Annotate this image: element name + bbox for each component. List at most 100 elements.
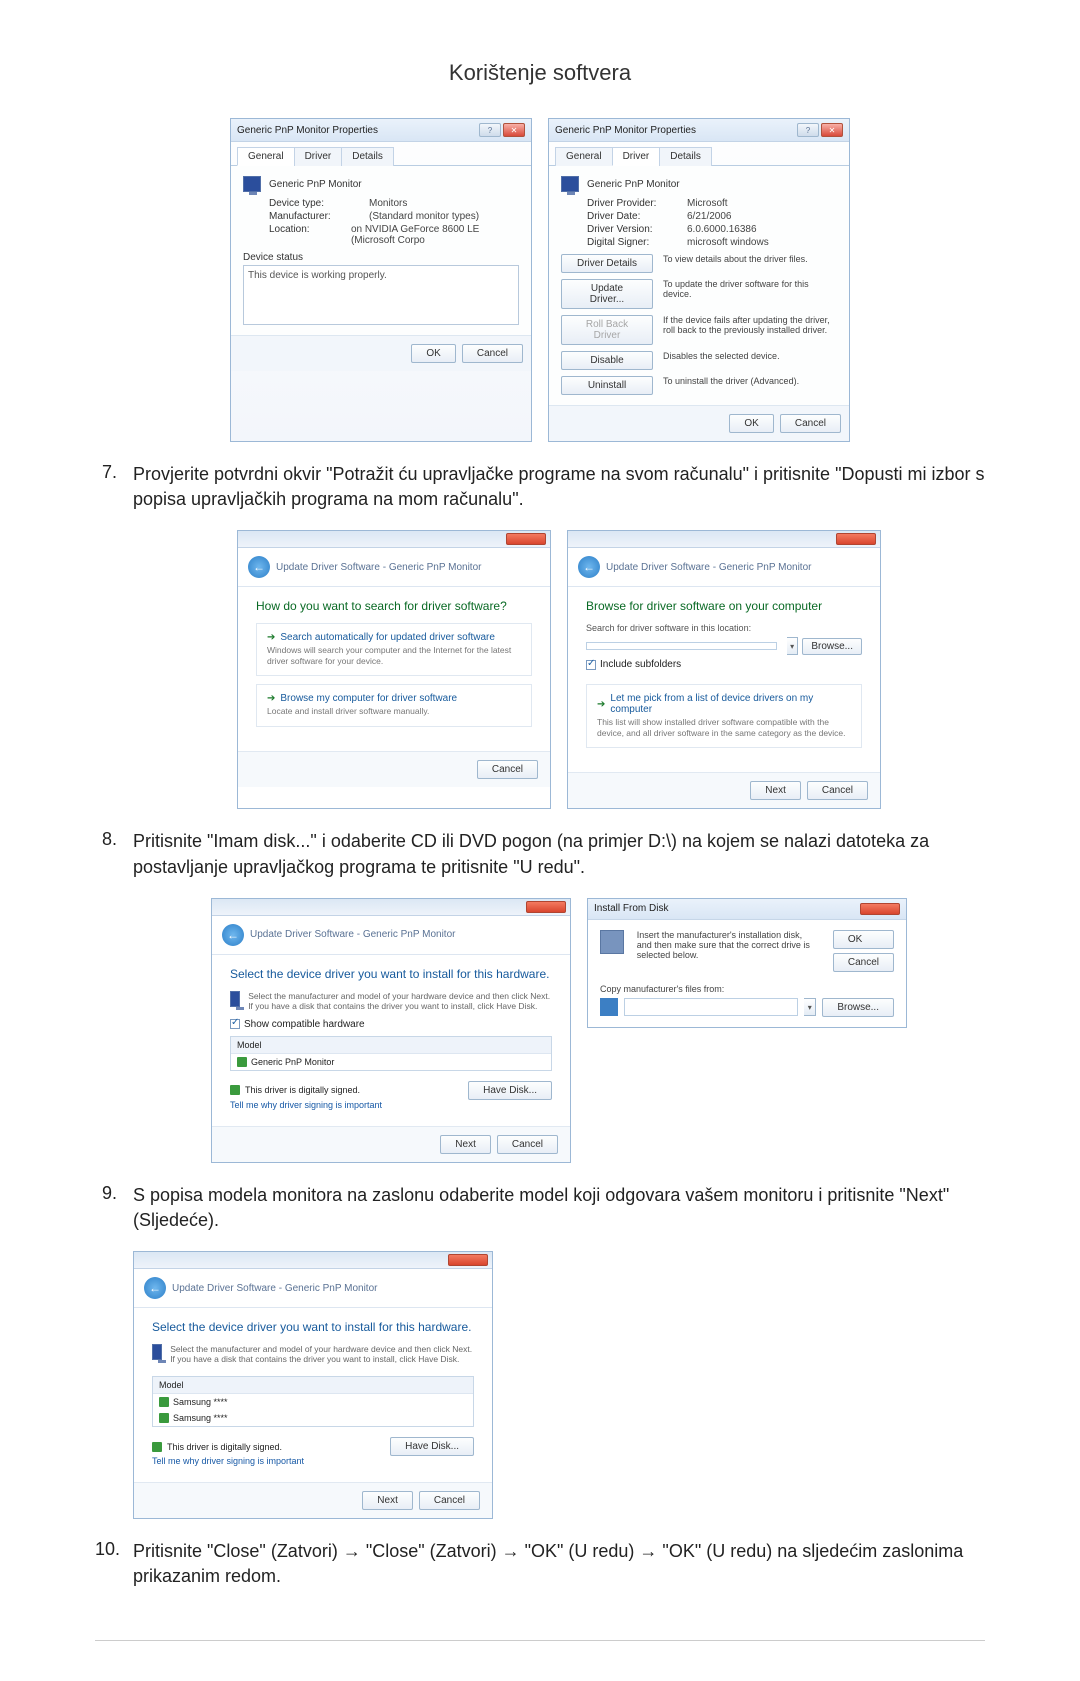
step-number: 9.: [95, 1183, 133, 1233]
model-item[interactable]: Samsung ****: [153, 1410, 473, 1426]
back-icon[interactable]: ←: [144, 1277, 166, 1299]
arrow-right-icon: ➔: [267, 693, 275, 704]
cancel-button[interactable]: Cancel: [497, 1135, 558, 1154]
step-text: S popisa modela monitora na zaslonu odab…: [133, 1183, 985, 1233]
label-device-status: Device status: [243, 252, 519, 263]
footer-divider: [95, 1640, 985, 1641]
rollback-driver-desc: If the device fails after updating the d…: [663, 315, 837, 335]
uninstall-button[interactable]: Uninstall: [561, 376, 653, 395]
dropdown-caret-icon[interactable]: ▾: [804, 998, 816, 1016]
properties-dialog-general: Generic PnP Monitor Properties ? ✕ Gener…: [230, 118, 532, 442]
disable-button[interactable]: Disable: [561, 351, 653, 370]
show-compatible-checkbox[interactable]: [230, 1019, 240, 1029]
option-browse-computer[interactable]: ➔Browse my computer for driver software …: [256, 684, 532, 726]
step-text: Pritisnite "Imam disk..." i odaberite CD…: [133, 829, 985, 879]
tab-details[interactable]: Details: [659, 147, 712, 166]
option-pick-from-list[interactable]: ➔Let me pick from a list of device drive…: [586, 684, 862, 748]
signing-link[interactable]: Tell me why driver signing is important: [230, 1100, 552, 1110]
shield-icon: [159, 1397, 169, 1407]
update-driver-desc: To update the driver software for this d…: [663, 279, 837, 299]
rollback-driver-button[interactable]: Roll Back Driver: [561, 315, 653, 345]
update-wizard-browse: ← Update Driver Software - Generic PnP M…: [567, 530, 881, 809]
wizard-desc: Select the manufacturer and model of you…: [170, 1344, 474, 1364]
cancel-button[interactable]: Cancel: [833, 953, 894, 972]
label-search-location: Search for driver software in this locat…: [586, 623, 862, 633]
next-button[interactable]: Next: [440, 1135, 491, 1154]
include-subfolders-checkbox[interactable]: [586, 660, 596, 670]
step-text: Pritisnite "Close" (Zatvori) → "Close" (…: [133, 1539, 985, 1589]
tab-general[interactable]: General: [237, 147, 295, 166]
label-driver-provider: Driver Provider:: [587, 198, 687, 209]
close-icon[interactable]: [448, 1254, 488, 1266]
next-button[interactable]: Next: [750, 781, 801, 800]
label-digital-signer: Digital Signer:: [587, 237, 687, 248]
monitor-icon: [152, 1344, 162, 1360]
update-driver-button[interactable]: Update Driver...: [561, 279, 653, 309]
ok-button[interactable]: OK: [833, 930, 894, 949]
dialog-title: Generic PnP Monitor Properties: [237, 125, 378, 136]
ok-button[interactable]: OK: [729, 414, 773, 433]
cancel-button[interactable]: Cancel: [419, 1491, 480, 1510]
cancel-button[interactable]: Cancel: [780, 414, 841, 433]
monitor-icon: [561, 176, 579, 192]
model-header: Model: [153, 1377, 473, 1394]
wizard-question: How do you want to search for driver sof…: [256, 599, 532, 613]
wizard-question: Select the device driver you want to ins…: [230, 967, 552, 981]
model-item[interactable]: Samsung ****: [153, 1394, 473, 1410]
close-icon[interactable]: ✕: [503, 123, 525, 137]
option-search-auto[interactable]: ➔Search automatically for updated driver…: [256, 623, 532, 676]
dialog-title: Generic PnP Monitor Properties: [555, 125, 696, 136]
floppy-icon: [600, 930, 624, 954]
copy-from-label: Copy manufacturer's files from:: [600, 984, 894, 994]
close-icon[interactable]: [526, 901, 566, 913]
option-desc: This list will show installed driver sof…: [597, 717, 851, 739]
browse-button[interactable]: Browse...: [822, 998, 894, 1017]
cancel-button[interactable]: Cancel: [807, 781, 868, 800]
label-location: Location:: [269, 224, 351, 246]
device-name: Generic PnP Monitor: [269, 179, 362, 190]
value-digital-signer: microsoft windows: [687, 237, 769, 248]
tab-driver[interactable]: Driver: [612, 147, 661, 166]
install-from-disk-dialog: Install From Disk Insert the manufacture…: [587, 898, 907, 1028]
close-icon[interactable]: [506, 533, 546, 545]
help-icon[interactable]: ?: [797, 123, 819, 137]
step-number: 7.: [95, 462, 133, 512]
tab-driver[interactable]: Driver: [294, 147, 343, 166]
step-text: Provjerite potvrdni okvir "Potražit ću u…: [133, 462, 985, 512]
have-disk-button[interactable]: Have Disk...: [390, 1437, 474, 1456]
back-icon[interactable]: ←: [248, 556, 270, 578]
device-name: Generic PnP Monitor: [587, 179, 680, 190]
browse-button[interactable]: Browse...: [802, 638, 862, 655]
value-driver-provider: Microsoft: [687, 198, 728, 209]
model-item[interactable]: Generic PnP Monitor: [231, 1054, 551, 1070]
location-combobox[interactable]: [586, 642, 777, 650]
model-item-label: Generic PnP Monitor: [251, 1057, 334, 1067]
dialog-title: Install From Disk: [594, 903, 668, 914]
tab-general[interactable]: General: [555, 147, 613, 166]
driver-details-button[interactable]: Driver Details: [561, 254, 653, 273]
disable-desc: Disables the selected device.: [663, 351, 780, 361]
back-icon[interactable]: ←: [222, 924, 244, 946]
help-icon[interactable]: ?: [479, 123, 501, 137]
signed-label: This driver is digitally signed.: [245, 1085, 360, 1095]
cancel-button[interactable]: Cancel: [462, 344, 523, 363]
tab-details[interactable]: Details: [341, 147, 394, 166]
monitor-icon: [243, 176, 261, 192]
ok-button[interactable]: OK: [411, 344, 455, 363]
cancel-button[interactable]: Cancel: [477, 760, 538, 779]
model-item-label: Samsung ****: [173, 1397, 228, 1407]
wizard-question: Select the device driver you want to ins…: [152, 1320, 474, 1334]
back-icon[interactable]: ←: [578, 556, 600, 578]
breadcrumb: Update Driver Software - Generic PnP Mon…: [172, 1283, 377, 1294]
next-button[interactable]: Next: [362, 1491, 413, 1510]
signing-link[interactable]: Tell me why driver signing is important: [152, 1456, 474, 1466]
close-icon[interactable]: [860, 903, 900, 915]
dropdown-caret-icon[interactable]: ▾: [787, 637, 798, 655]
close-icon[interactable]: ✕: [821, 123, 843, 137]
close-icon[interactable]: [836, 533, 876, 545]
monitor-icon: [230, 991, 240, 1007]
update-wizard-select-model: ← Update Driver Software - Generic PnP M…: [133, 1251, 493, 1519]
copy-from-input[interactable]: [624, 998, 798, 1016]
value-driver-date: 6/21/2006: [687, 211, 732, 222]
have-disk-button[interactable]: Have Disk...: [468, 1081, 552, 1100]
